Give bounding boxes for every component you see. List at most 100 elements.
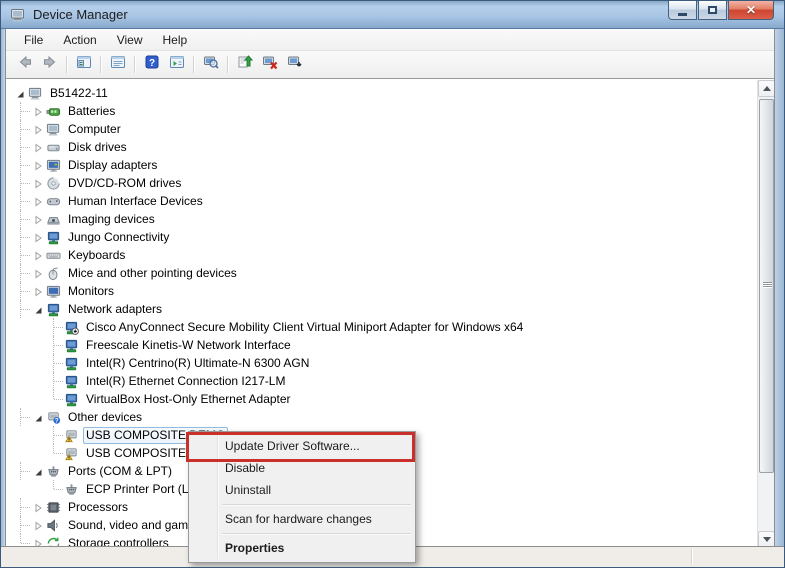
tree-item[interactable]: B51422-11 [6, 84, 756, 102]
network-adapter-icon [46, 302, 61, 317]
tree-item-label[interactable]: Computer [65, 122, 124, 137]
tree-item-label[interactable]: Jungo Connectivity [65, 230, 172, 245]
context-menu-item-update-driver-software[interactable]: Update Driver Software... [191, 435, 413, 457]
context-menu-item-properties[interactable]: Properties [191, 537, 413, 559]
context-menu-item-uninstall[interactable]: Uninstall [191, 479, 413, 501]
tree-item-label[interactable]: DVD/CD-ROM drives [65, 176, 184, 191]
tree-item-label[interactable]: Keyboards [65, 248, 128, 263]
expand-icon[interactable] [32, 249, 44, 261]
network-adapter-icon [64, 392, 79, 407]
tree-item-label[interactable]: VirtualBox Host-Only Ethernet Adapter [83, 392, 294, 407]
scroll-thumb-grip [763, 282, 772, 288]
tree-item[interactable]: Intel(R) Centrino(R) Ultimate-N 6300 AGN [6, 354, 756, 372]
processor-icon [46, 500, 61, 515]
action-pane-button[interactable] [164, 53, 189, 76]
tree-item[interactable]: Keyboards [6, 246, 756, 264]
expand-icon[interactable] [32, 141, 44, 153]
uninstall-icon [262, 54, 278, 75]
tree-item-label[interactable]: Ports (COM & LPT) [65, 464, 175, 479]
tree-item-label[interactable]: Intel(R) Ethernet Connection I217-LM [83, 374, 288, 389]
console-tree-button[interactable] [71, 53, 96, 76]
tree-item[interactable]: Intel(R) Ethernet Connection I217-LM [6, 372, 756, 390]
tree-item-label[interactable]: Other devices [65, 410, 145, 425]
tree-item-label[interactable]: Freescale Kinetis-W Network Interface [83, 338, 294, 353]
update-driver-button[interactable] [232, 53, 257, 76]
help-icon: ? [144, 54, 160, 75]
expand-icon[interactable] [32, 213, 44, 225]
scroll-thumb[interactable] [759, 99, 774, 473]
vertical-scrollbar[interactable] [757, 80, 774, 548]
scroll-up-button[interactable] [758, 80, 774, 97]
tree-item[interactable]: Cisco AnyConnect Secure Mobility Client … [6, 318, 756, 336]
minimize-button[interactable] [668, 1, 697, 20]
expand-icon[interactable] [32, 231, 44, 243]
tree-item-label[interactable]: Network adapters [65, 302, 165, 317]
tree-item-label[interactable]: Cisco AnyConnect Secure Mobility Client … [83, 320, 526, 335]
tree-item-label[interactable]: Batteries [65, 104, 118, 119]
tree-item-label[interactable]: Imaging devices [65, 212, 158, 227]
expand-icon[interactable] [32, 105, 44, 117]
menu-action[interactable]: Action [53, 31, 106, 49]
tree-item[interactable]: ?Other devices [6, 408, 756, 426]
menu-view[interactable]: View [107, 31, 153, 49]
forward-arrow-button[interactable] [37, 53, 62, 76]
tree-item[interactable]: Imaging devices [6, 210, 756, 228]
tree-item[interactable]: Computer [6, 120, 756, 138]
tree-item[interactable]: Display adapters [6, 156, 756, 174]
expand-icon[interactable] [32, 501, 44, 513]
expand-icon[interactable] [32, 123, 44, 135]
expand-icon[interactable] [32, 159, 44, 171]
tree-item[interactable]: Network adapters [6, 300, 756, 318]
dvd-icon [46, 176, 61, 191]
tree-item-label[interactable]: Intel(R) Centrino(R) Ultimate-N 6300 AGN [83, 356, 312, 371]
battery-icon [46, 104, 61, 119]
window-controls: ✕ [667, 1, 774, 20]
collapse-icon[interactable] [32, 411, 44, 423]
menu-help[interactable]: Help [153, 31, 198, 49]
expand-icon[interactable] [32, 195, 44, 207]
disable-button[interactable] [282, 53, 307, 76]
tree-item-label[interactable]: Disk drives [65, 140, 130, 155]
menu-file[interactable]: File [14, 31, 53, 49]
keyboard-icon [46, 248, 61, 263]
context-menu-item-scan-for-hardware-changes[interactable]: Scan for hardware changes [191, 508, 413, 530]
collapse-icon[interactable] [14, 87, 26, 99]
ports-icon [46, 464, 61, 479]
back-arrow-button[interactable] [12, 53, 37, 76]
close-button[interactable]: ✕ [728, 1, 774, 20]
hid-icon [46, 194, 61, 209]
disk-drive-icon [46, 140, 61, 155]
help-button[interactable]: ? [139, 53, 164, 76]
tree-item[interactable]: Batteries [6, 102, 756, 120]
tree-item[interactable]: DVD/CD-ROM drives [6, 174, 756, 192]
title-bar[interactable]: Device Manager ✕ [1, 1, 785, 29]
uninstall-button[interactable] [257, 53, 282, 76]
tree-item-label[interactable]: Mice and other pointing devices [65, 266, 240, 281]
tree-item[interactable]: Monitors [6, 282, 756, 300]
tree-item[interactable]: Disk drives [6, 138, 756, 156]
tree-item-label[interactable]: Monitors [65, 284, 117, 299]
back-arrow-icon [17, 54, 33, 75]
restore-button[interactable] [698, 1, 727, 20]
tree-item[interactable]: VirtualBox Host-Only Ethernet Adapter [6, 390, 756, 408]
disable-icon [287, 54, 303, 75]
tree-item[interactable]: Jungo Connectivity [6, 228, 756, 246]
properties-button[interactable] [105, 53, 130, 76]
expand-icon[interactable] [32, 519, 44, 531]
expand-icon[interactable] [32, 285, 44, 297]
collapse-icon[interactable] [32, 465, 44, 477]
tree-item-label[interactable]: Processors [65, 500, 131, 515]
expand-icon[interactable] [32, 177, 44, 189]
tree-item[interactable]: Mice and other pointing devices [6, 264, 756, 282]
tree-item[interactable]: Freescale Kinetis-W Network Interface [6, 336, 756, 354]
tree-item[interactable]: Human Interface Devices [6, 192, 756, 210]
tree-item-label[interactable]: Human Interface Devices [65, 194, 206, 209]
scan-hardware-button[interactable] [198, 53, 223, 76]
collapse-icon[interactable] [32, 303, 44, 315]
tree-item-label[interactable]: Display adapters [65, 158, 160, 173]
expand-icon[interactable] [32, 267, 44, 279]
unknown-warning-icon [64, 428, 79, 443]
context-menu-separator [222, 504, 411, 505]
context-menu-item-disable[interactable]: Disable [191, 457, 413, 479]
tree-item-label[interactable]: B51422-11 [47, 86, 111, 101]
